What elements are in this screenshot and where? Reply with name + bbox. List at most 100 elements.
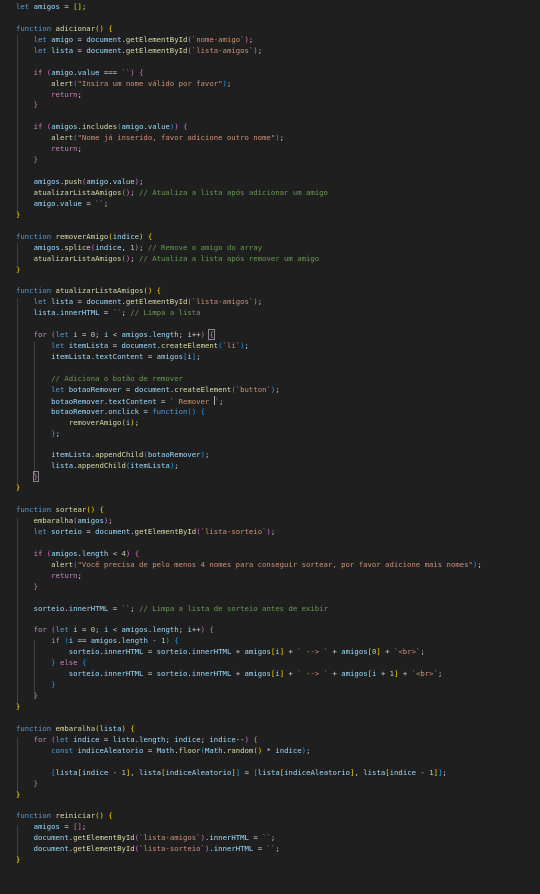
- code-token: `lista-sorteio`: [200, 527, 267, 536]
- code-line[interactable]: }: [16, 790, 482, 801]
- code-line[interactable]: }: [16, 582, 482, 593]
- code-content[interactable]: let amigos = []; function adicionar() { …: [16, 2, 482, 866]
- code-line[interactable]: for (let i = 0; i < amigos.length; i++) …: [16, 625, 482, 636]
- code-line[interactable]: let lista = document.getElementById(`lis…: [16, 297, 482, 308]
- code-line[interactable]: [16, 538, 482, 549]
- code-line[interactable]: }: [16, 779, 482, 790]
- code-line[interactable]: }: [16, 702, 482, 713]
- code-line[interactable]: let amigos = [];: [16, 2, 482, 13]
- code-line[interactable]: atualizarListaAmigos(); // Atualiza a li…: [16, 254, 482, 265]
- code-token: lista: [55, 767, 78, 777]
- code-line[interactable]: return;: [16, 571, 482, 582]
- code-line[interactable]: amigos.push(amigo.value);: [16, 177, 482, 188]
- code-line[interactable]: [16, 494, 482, 505]
- code-line[interactable]: [16, 57, 482, 68]
- code-line[interactable]: embaralha(amigos);: [16, 516, 482, 527]
- code-line[interactable]: [16, 363, 482, 374]
- code-line[interactable]: [16, 757, 482, 768]
- code-line[interactable]: let itemLista = document.createElement(`…: [16, 341, 482, 352]
- code-line[interactable]: sorteio.innerHTML = sorteio.innerHTML + …: [16, 669, 482, 680]
- code-line[interactable]: let lista = document.getElementById(`lis…: [16, 46, 482, 57]
- code-token: {: [200, 406, 205, 416]
- code-line[interactable]: removerAmigo(i);: [16, 418, 482, 429]
- code-line[interactable]: function removerAmigo(indice) {: [16, 232, 482, 243]
- code-line[interactable]: [16, 221, 482, 232]
- code-line[interactable]: amigos = [];: [16, 822, 482, 833]
- code-line[interactable]: function embaralha(lista) {: [16, 724, 482, 735]
- code-line[interactable]: alert("Nome já inserido, favor adicione …: [16, 133, 482, 144]
- code-line[interactable]: lista.appendChild(itemLista);: [16, 461, 482, 472]
- code-line[interactable]: [16, 593, 482, 604]
- code-token: createElement: [161, 341, 219, 351]
- code-line[interactable]: function reiniciar() {: [16, 811, 482, 822]
- code-line[interactable]: if (amigo.value === ``) {: [16, 68, 482, 79]
- code-token: lista: [139, 767, 162, 777]
- code-line[interactable]: if (i == amigos.length - 1) {: [16, 636, 482, 647]
- code-line[interactable]: document.getElementById(`lista-sorteio`)…: [16, 844, 482, 855]
- code-token: }: [33, 778, 38, 788]
- code-line[interactable]: lista.innerHTML = ``; // Limpa a lista: [16, 308, 482, 319]
- code-line[interactable]: }: [16, 680, 482, 691]
- code-line[interactable]: document.getElementById(`lista-amigos`).…: [16, 833, 482, 844]
- code-line[interactable]: [16, 713, 482, 724]
- code-token: random: [226, 745, 254, 755]
- code-line[interactable]: } else {: [16, 658, 482, 669]
- code-line[interactable]: alert("Insira um nome válido por favor")…: [16, 79, 482, 90]
- code-line[interactable]: }: [16, 691, 482, 702]
- code-line[interactable]: [16, 166, 482, 177]
- code-line[interactable]: if (amigos.length < 4) {: [16, 549, 482, 560]
- code-line[interactable]: function adicionar() {: [16, 24, 482, 35]
- code-line[interactable]: [16, 275, 482, 286]
- code-line[interactable]: itemLista.textContent = amigos[i];: [16, 352, 482, 363]
- code-token: amigos: [29, 2, 60, 11]
- code-line[interactable]: [16, 111, 482, 122]
- code-line[interactable]: let amigo = document.getElementById(`nom…: [16, 35, 482, 46]
- code-token: amigos: [51, 122, 78, 132]
- code-line[interactable]: }: [16, 155, 482, 166]
- code-line[interactable]: atualizarListaAmigos(); // Atualiza a li…: [16, 188, 482, 199]
- code-line[interactable]: [16, 319, 482, 330]
- code-token: function: [152, 406, 188, 416]
- code-line[interactable]: function sortear() {: [16, 505, 482, 516]
- code-line[interactable]: let botaoRemover = document.createElemen…: [16, 385, 482, 396]
- code-line[interactable]: botaoRemover.textContent = ` Remover `;: [16, 395, 482, 407]
- code-line[interactable]: return;: [16, 144, 482, 155]
- code-line[interactable]: if (amigos.includes(amigo.value)) {: [16, 122, 482, 133]
- code-token: botaoRemover: [51, 406, 104, 416]
- code-line[interactable]: return;: [16, 90, 482, 101]
- code-line[interactable]: };: [16, 429, 482, 440]
- code-editor[interactable]: let amigos = []; function adicionar() { …: [0, 0, 540, 894]
- code-line[interactable]: const indiceAleatorio = Math.floor(Math.…: [16, 746, 482, 757]
- code-line[interactable]: [16, 615, 482, 626]
- code-line[interactable]: [16, 440, 482, 451]
- code-line[interactable]: for (let indice = lista.length; indice; …: [16, 735, 482, 746]
- code-line[interactable]: [lista[indice - 1], lista[indiceAleatori…: [16, 768, 482, 779]
- code-line[interactable]: [16, 13, 482, 24]
- code-token: =: [81, 527, 96, 536]
- code-line[interactable]: amigos.splice(indice, 1); // Remove o am…: [16, 243, 482, 254]
- code-line[interactable]: alert("Você precisa de pelo menos 4 nome…: [16, 560, 482, 571]
- code-line[interactable]: }: [16, 483, 482, 494]
- code-line[interactable]: // Adiciona o botão de remover: [16, 374, 482, 385]
- code-line[interactable]: [16, 800, 482, 811]
- code-line[interactable]: botaoRemover.onclick = function() {: [16, 407, 482, 418]
- code-line[interactable]: sorteio.innerHTML = sorteio.innerHTML + …: [16, 647, 482, 658]
- code-line[interactable]: }: [16, 210, 482, 221]
- code-line[interactable]: for (let i = 0; i < amigos.length; i++) …: [16, 329, 482, 341]
- code-line[interactable]: }: [16, 471, 482, 483]
- code-line[interactable]: itemLista.appendChild(botaoRemover);: [16, 450, 482, 461]
- code-line[interactable]: }: [16, 265, 482, 276]
- code-line[interactable]: sorteio.innerHTML = ``; // Limpa a lista…: [16, 604, 482, 615]
- code-line[interactable]: let sorteio = document.getElementById(`l…: [16, 527, 482, 538]
- code-line[interactable]: function atualizarListaAmigos() {: [16, 286, 482, 297]
- code-token: =: [73, 297, 87, 307]
- code-line[interactable]: }: [16, 100, 482, 111]
- code-line[interactable]: }: [16, 855, 482, 866]
- code-line[interactable]: amigo.value = ``;: [16, 199, 482, 210]
- code-token: ` Remover: [169, 396, 214, 406]
